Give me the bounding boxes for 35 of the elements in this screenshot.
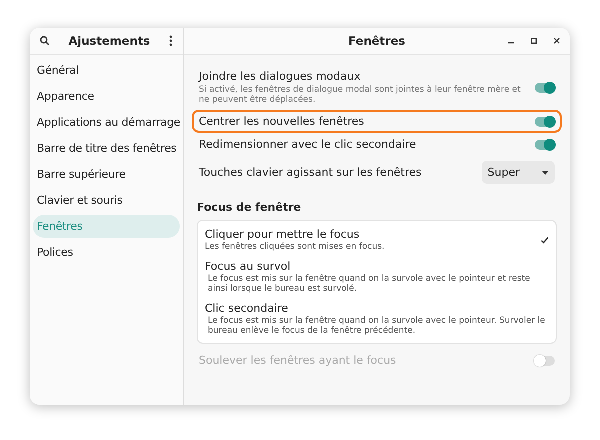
window-title: Fenêtres [348, 34, 406, 48]
sidebar-item[interactable]: Barre de titre des fenêtres [33, 137, 180, 160]
sidebar-item[interactable]: Général [33, 59, 180, 82]
sidebar-item[interactable]: Applications au démarrage [33, 111, 180, 134]
toggle-switch[interactable] [535, 140, 555, 150]
option-description: Les fenêtres cliquées sont mises en focus. [205, 242, 385, 252]
caret-icon [542, 170, 549, 174]
option-label: Cliquer pour mettre le focus [205, 228, 361, 241]
sidebar-item[interactable]: Barre supérieure [33, 163, 180, 186]
focus-option[interactable]: Cliquer pour mettre le focus Les fenêtres cliquées sont mises en focus. [198, 224, 556, 256]
setting-label: Soulever les fenêtres ayant le focus [199, 354, 396, 367]
setting-description: Si activé, les fenêtres de dialogue modal sont jointes à leur fenêtre mère et ne peuvent être déplacées. [199, 85, 522, 105]
dropdown[interactable]: Super [482, 161, 555, 184]
focus-option[interactable]: Focus au survol Le focus est mis sur la fenêtre quand on la survole avec le pointeur et reste ainsi lorsque le bureau est survolé. [198, 256, 556, 298]
sidebar-item[interactable]: Clavier et souris [33, 189, 180, 212]
option-label: Focus au survol [205, 260, 292, 273]
section-heading: Focus de fenêtre [197, 201, 302, 214]
sidebar-title: Ajustements [68, 34, 150, 48]
search-icon[interactable] [40, 36, 50, 46]
menu-icon[interactable] [168, 35, 173, 47]
setting-label: Touches clavier agissant sur les fenêtres [199, 166, 422, 179]
maximize-icon[interactable] [531, 38, 537, 44]
option-description: Le focus est mis sur la fenêtre quand on la survole avec le pointeur et reste ainsi lorsque le bureau est survolé. [207, 274, 532, 294]
option-label: Clic secondaire [205, 302, 290, 315]
checkmark-icon [541, 236, 549, 244]
setting-label: Joindre les dialogues modaux [199, 70, 362, 83]
option-description: Le focus est mis sur la fenêtre quand on la survole avec le pointeur. Survoler le bureau enlève le focus de la fenêtre précédente. [207, 316, 546, 336]
toggle-switch[interactable] [535, 116, 555, 126]
close-icon[interactable] [554, 38, 560, 44]
toggle-switch[interactable] [535, 82, 555, 92]
setting-label: Redimensionner avec le clic secondaire [199, 138, 416, 151]
sidebar-item[interactable]: Polices [33, 241, 180, 264]
setting-label: Centrer les nouvelles fenêtres [199, 115, 364, 128]
focus-option[interactable]: Clic secondaire Le focus est mis sur la fenêtre quand on la survole avec le pointeur. Survoler le bureau enlève le focus de la fenêtre précédente. [198, 298, 556, 340]
sidebar-item[interactable]: Apparence [33, 85, 180, 108]
